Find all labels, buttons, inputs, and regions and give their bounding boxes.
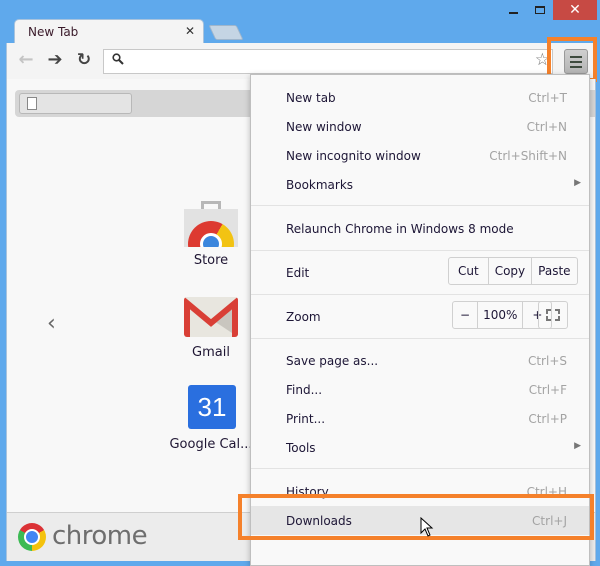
- menu-item-shortcut: Ctrl+P: [528, 412, 567, 426]
- menu-separator: [251, 205, 589, 206]
- omnibox[interactable]: ☆: [103, 49, 553, 74]
- menu-item-label: Bookmarks: [286, 178, 354, 192]
- forward-button[interactable]: ➔: [44, 49, 66, 71]
- menu-item-label: Save page as...: [286, 354, 379, 368]
- maximize-icon: [535, 6, 545, 14]
- app-store[interactable]: Store: [166, 201, 256, 268]
- close-icon: ✕: [569, 2, 581, 18]
- paste-button[interactable]: Paste: [531, 258, 576, 284]
- menu-separator: [251, 338, 589, 339]
- app-google-calendar[interactable]: 31 Google Cal...: [166, 385, 256, 452]
- downloads-highlight: [238, 494, 594, 540]
- cut-button[interactable]: Cut: [449, 258, 488, 284]
- chrome-web-store-icon: [184, 201, 238, 247]
- menu-item-shortcut: Ctrl+F: [528, 383, 567, 397]
- menu-item-label: New incognito window: [286, 149, 421, 163]
- menu-item-label: Edit: [286, 266, 310, 280]
- search-icon: [112, 53, 124, 69]
- menu-item-bookmarks[interactable]: Bookmarks ▶: [251, 170, 589, 199]
- submenu-arrow-icon: ▶: [574, 441, 581, 451]
- app-label: Gmail: [192, 345, 230, 360]
- close-window-button[interactable]: ✕: [553, 0, 597, 20]
- menu-item-label: New window: [286, 120, 362, 134]
- mouse-cursor-icon: [420, 517, 434, 537]
- app-label: Google Cal...: [169, 437, 253, 452]
- maximize-button[interactable]: [527, 0, 553, 20]
- tab-title: New Tab: [28, 25, 79, 39]
- menu-item-label: New tab: [286, 91, 336, 105]
- menu-item-shortcut: Ctrl+S: [527, 354, 567, 368]
- fullscreen-icon: [546, 309, 551, 314]
- menu-item-tools[interactable]: Tools ▶: [251, 433, 589, 462]
- menu-item-find[interactable]: Find... Ctrl+F: [251, 375, 589, 404]
- menu-item-new-window[interactable]: New window Ctrl+N: [251, 112, 589, 141]
- zoom-level: 100%: [477, 302, 522, 328]
- gmail-icon: [184, 293, 238, 339]
- menu-item-new-tab[interactable]: New tab Ctrl+T: [251, 83, 589, 112]
- fullscreen-icon: [555, 316, 560, 321]
- menu-item-label: Relaunch Chrome in Windows 8 mode: [286, 222, 514, 236]
- back-arrow-icon: ←: [18, 49, 34, 70]
- menu-item-save-page-as[interactable]: Save page as... Ctrl+S: [251, 346, 589, 375]
- app-gmail[interactable]: Gmail: [166, 293, 256, 360]
- document-icon: [27, 97, 37, 110]
- menu-item-label: Tools: [286, 441, 316, 455]
- back-button[interactable]: ←: [15, 49, 37, 71]
- edit-button-group: Cut Copy Paste: [448, 257, 578, 285]
- menu-separator: [251, 468, 589, 469]
- chrome-logo-icon: [18, 523, 46, 551]
- menu-separator: [251, 294, 589, 295]
- fullscreen-icon: [546, 316, 551, 321]
- menu-separator: [251, 250, 589, 251]
- forward-arrow-icon: ➔: [47, 49, 63, 70]
- tab-close-icon[interactable]: ✕: [185, 24, 195, 38]
- copy-button[interactable]: Copy: [487, 258, 531, 284]
- tab-new-tab[interactable]: New Tab ✕: [14, 19, 204, 44]
- chrome-menu: New tab Ctrl+T New window Ctrl+N New inc…: [250, 74, 590, 566]
- fullscreen-button[interactable]: [538, 301, 568, 329]
- previous-page-chevron-icon[interactable]: ‹: [47, 311, 56, 336]
- google-calendar-icon: 31: [184, 385, 238, 431]
- menu-item-print[interactable]: Print... Ctrl+P: [251, 404, 589, 433]
- zoom-out-button[interactable]: −: [453, 302, 477, 328]
- menu-item-shortcut: Ctrl+Shift+N: [489, 149, 567, 163]
- menu-item-shortcut: Ctrl+T: [528, 91, 567, 105]
- new-tab-button[interactable]: [208, 25, 244, 40]
- app-label: Store: [193, 253, 229, 268]
- menu-item-label: Print...: [286, 412, 326, 426]
- bookmark-item[interactable]: [19, 93, 132, 114]
- minimize-icon: [508, 12, 518, 14]
- menu-item-shortcut: Ctrl+N: [526, 120, 567, 134]
- fullscreen-icon: [555, 309, 560, 314]
- reload-button[interactable]: ↻: [73, 49, 95, 71]
- menu-item-label: Zoom: [286, 310, 321, 324]
- menu-item-label: Find...: [286, 383, 323, 397]
- menu-item-new-incognito-window[interactable]: New incognito window Ctrl+Shift+N: [251, 141, 589, 170]
- reload-icon: ↻: [76, 50, 92, 70]
- minimize-button[interactable]: [500, 0, 526, 20]
- menu-item-relaunch-windows8[interactable]: Relaunch Chrome in Windows 8 mode: [251, 214, 589, 243]
- submenu-arrow-icon: ▶: [574, 178, 581, 188]
- chrome-wordmark: chrome: [52, 521, 148, 551]
